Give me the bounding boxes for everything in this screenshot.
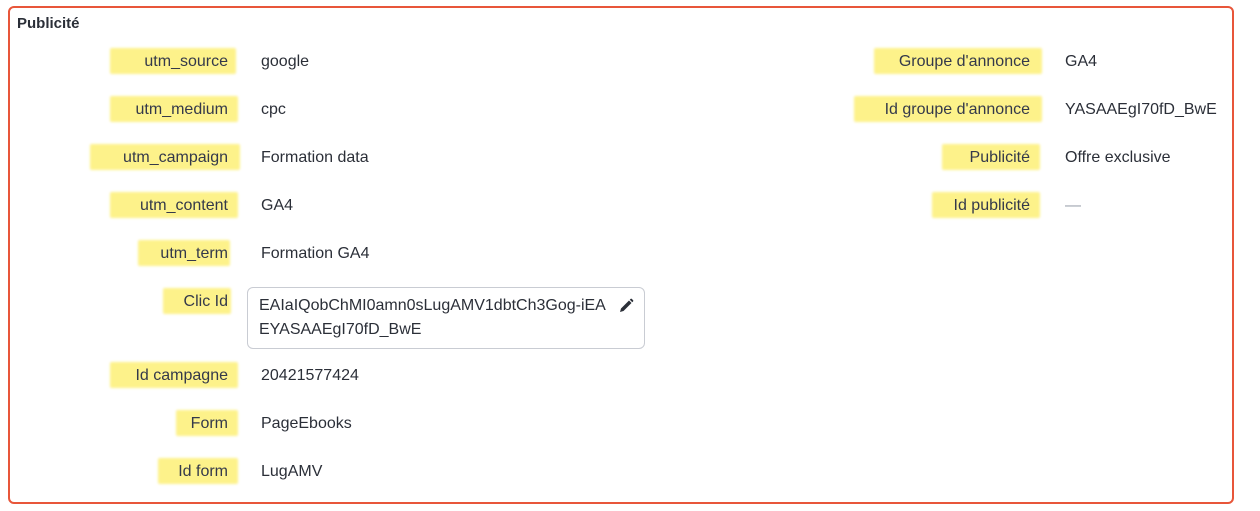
field-label: Id campagne [135,367,228,384]
field-row-form: Form PageEbooks [10,410,610,440]
pencil-icon[interactable] [618,298,634,314]
field-label: Id form [178,463,228,480]
publicite-panel: Publicité utm_source google utm_medium c… [8,6,1234,504]
field-label: Id publicité [953,197,1031,214]
field-label: utm_term [160,245,228,262]
field-label: Publicité [969,149,1030,166]
field-value[interactable]: GA4 [1065,48,1097,76]
field-row-id-campagne: Id campagne 20421577424 [10,362,610,392]
field-label: utm_campaign [123,149,228,166]
field-label: utm_medium [135,101,228,118]
field-label: Clic Id [183,293,228,310]
field-value[interactable]: GA4 [261,192,293,220]
field-label: Groupe d'annonce [898,53,1030,70]
field-row-utm-term: utm_term Formation GA4 [10,240,610,270]
field-row-id-publicite: Id publicité — [610,192,1230,222]
field-value[interactable]: PageEbooks [261,410,352,438]
field-value[interactable]: google [261,48,309,76]
section-title: Publicité [17,15,80,32]
field-row-id-groupe-annonce: Id groupe d'annonce YASAAEgI70fD_BwE [610,96,1230,126]
field-value[interactable]: cpc [261,96,286,124]
field-row-utm-medium: utm_medium cpc [10,96,610,126]
clic-id-edit-field[interactable]: EAIaIQobChMI0amn0sLugAMV1dbtCh3Gog-iEAEY… [247,287,645,349]
field-row-utm-campaign: utm_campaign Formation data [10,144,610,174]
field-value[interactable]: 20421577424 [261,362,359,390]
field-label: Id groupe d'annonce [884,101,1030,118]
field-row-utm-source: utm_source google [10,48,610,78]
field-value[interactable]: Offre exclusive [1065,144,1171,172]
field-value[interactable]: Formation GA4 [261,240,369,268]
field-label: utm_source [144,53,228,70]
field-value[interactable]: Formation data [261,144,369,172]
field-row-groupe-annonce: Groupe d'annonce GA4 [610,48,1230,78]
field-row-id-form: Id form LugAMV [10,458,610,488]
field-value[interactable]: YASAAEgI70fD_BwE [1065,96,1217,124]
clic-id-value[interactable]: EAIaIQobChMI0amn0sLugAMV1dbtCh3Gog-iEAEY… [259,294,609,342]
field-label: Form [190,415,228,432]
field-value[interactable]: — [1065,192,1081,220]
field-label: utm_content [139,197,228,214]
field-row-utm-content: utm_content GA4 [10,192,610,222]
field-row-publicite: Publicité Offre exclusive [610,144,1230,174]
field-value[interactable]: LugAMV [261,458,322,486]
